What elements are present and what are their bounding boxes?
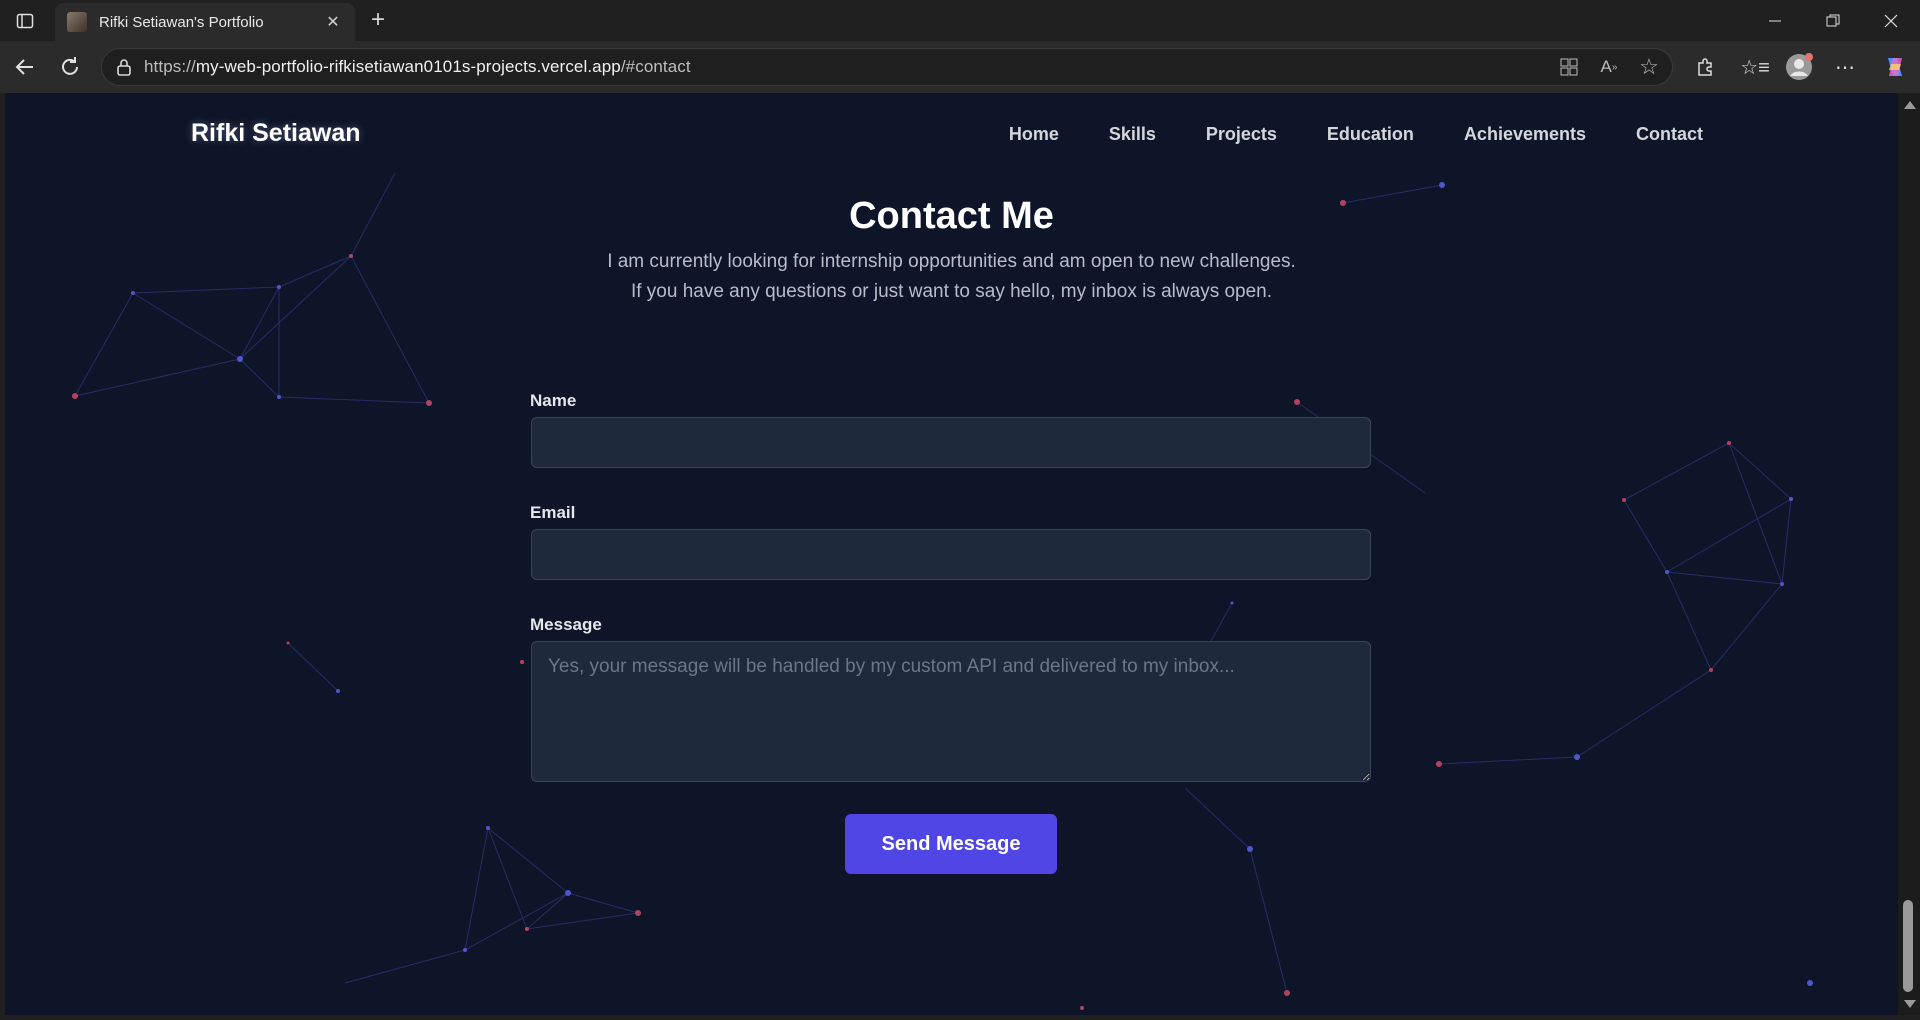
browser-tab-active[interactable]: Rifki Setiawan's Portfolio ✕ [55, 3, 355, 41]
profile-avatar-icon[interactable] [1784, 52, 1814, 82]
name-input[interactable] [531, 417, 1371, 468]
nav-skills[interactable]: Skills [1109, 124, 1156, 145]
address-bar[interactable]: https://my-web-portfolio-rifkisetiawan01… [101, 48, 1673, 86]
new-tab-icon[interactable]: + [363, 6, 393, 36]
message-textarea[interactable] [531, 641, 1371, 782]
more-menu-icon[interactable]: ⋯ [1830, 52, 1860, 82]
nav-contact[interactable]: Contact [1636, 124, 1703, 145]
send-message-button[interactable]: Send Message [845, 814, 1057, 874]
email-input[interactable] [531, 529, 1371, 580]
app-available-icon[interactable] [1554, 52, 1584, 82]
scrollbar-thumb[interactable] [1903, 900, 1913, 992]
tab-title: Rifki Setiawan's Portfolio [99, 13, 264, 31]
main-nav: Home Skills Projects Education Achieveme… [1009, 124, 1703, 145]
url-text: https://my-web-portfolio-rifkisetiawan01… [144, 57, 691, 76]
site-brand[interactable]: Rifki Setiawan [191, 119, 361, 148]
message-label: Message [530, 615, 602, 634]
page-scrollbar[interactable] [1898, 93, 1920, 1015]
tab-actions-icon[interactable] [10, 8, 40, 34]
name-label: Name [530, 391, 577, 410]
browser-tab-bar: Rifki Setiawan's Portfolio ✕ + [0, 0, 1920, 41]
copilot-icon[interactable] [1880, 52, 1910, 82]
nav-home[interactable]: Home [1009, 124, 1059, 145]
minimize-icon[interactable] [1746, 0, 1804, 41]
contact-heading: Contact Me [849, 195, 1054, 237]
close-window-icon[interactable] [1862, 0, 1920, 41]
tab-close-icon[interactable]: ✕ [323, 12, 343, 32]
favorite-star-icon[interactable]: ☆ [1634, 52, 1664, 82]
site-favicon-icon [67, 12, 87, 32]
nav-projects[interactable]: Projects [1206, 124, 1277, 145]
browser-toolbar: https://my-web-portfolio-rifkisetiawan01… [0, 41, 1920, 93]
contact-subtitle-line-1: I am currently looking for internship op… [607, 251, 1296, 272]
scroll-up-arrow-icon[interactable] [1904, 101, 1916, 109]
email-label: Email [530, 503, 576, 522]
restore-icon[interactable] [1804, 0, 1862, 41]
favorites-icon[interactable]: ☆≡ [1740, 52, 1770, 82]
extensions-icon[interactable] [1690, 52, 1720, 82]
nav-education[interactable]: Education [1327, 124, 1414, 145]
refresh-icon[interactable] [55, 52, 85, 82]
scroll-down-arrow-icon[interactable] [1904, 1000, 1916, 1008]
contact-subtitle-line-2: If you have any questions or just want t… [630, 281, 1273, 302]
back-icon[interactable] [10, 52, 40, 82]
lock-icon[interactable] [116, 58, 132, 76]
read-aloud-icon[interactable]: A» [1594, 52, 1624, 82]
page-viewport: Rifki Setiawan Home Skills Projects Educ… [5, 93, 1898, 1015]
nav-achievements[interactable]: Achievements [1464, 124, 1586, 145]
